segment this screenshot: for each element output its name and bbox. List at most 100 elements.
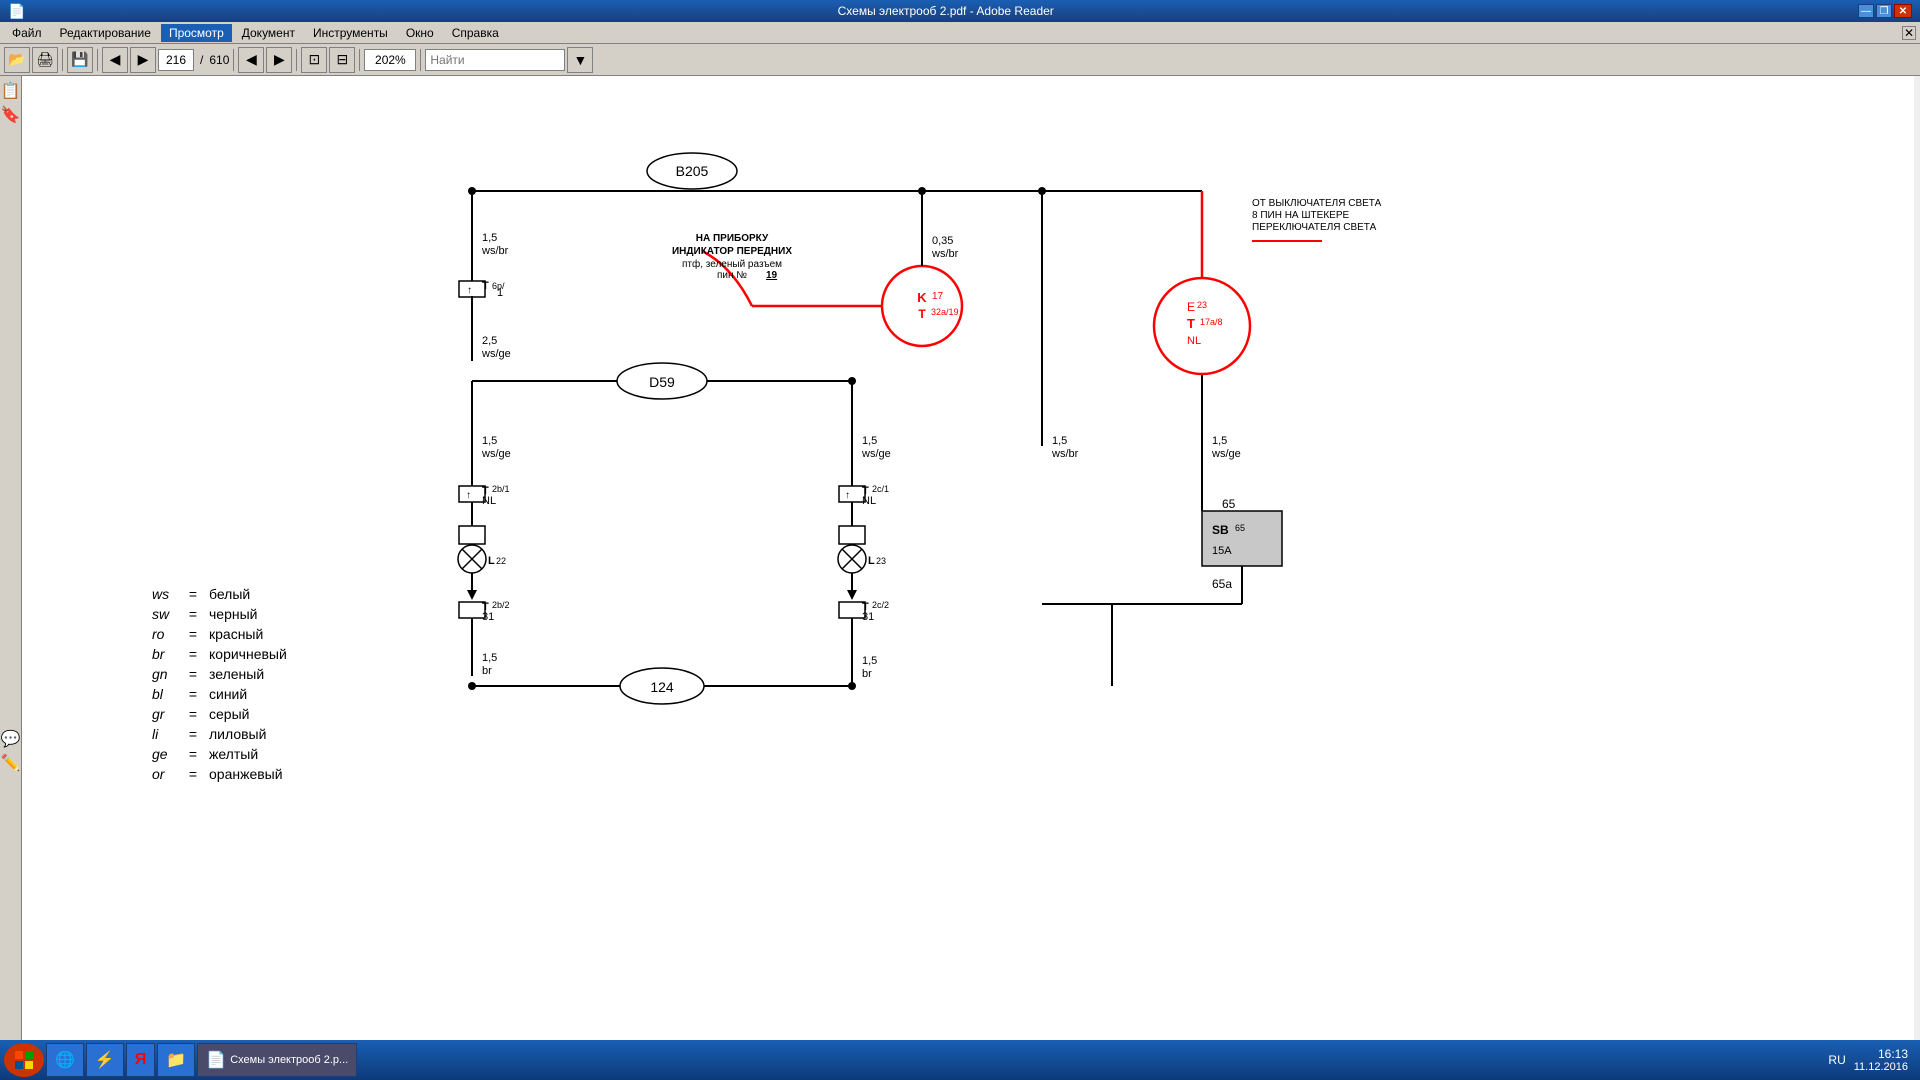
lamp-L23-box [839,526,865,544]
adobe-icon: 📄 [206,1050,226,1070]
open-button[interactable]: 📂 [4,47,30,73]
node-bottom-left [468,682,476,690]
wire-label-w5-2: ws/ge [861,448,891,460]
start-button[interactable] [4,1043,44,1077]
menu-edit[interactable]: Редактирование [52,24,159,42]
legend-code-br: br [152,646,177,662]
sidebar-btn-4[interactable]: ✏️ [2,752,20,774]
note-line1: НА ПРИБОРКУ [696,233,769,244]
titlebar-title: Схемы электрооб 2.pdf - Adobe Reader [838,4,1054,18]
forward-button[interactable]: ▶ [130,47,156,73]
page-separator: / [196,53,207,67]
menu-view[interactable]: Просмотр [161,24,232,42]
electrical-diagram: B205 1,5 ws/br ↑ T 6p/ 1 2, [52,96,1452,916]
legend-row-ge: ge = желтый [152,746,287,762]
lamp-L22-box [459,526,485,544]
wire-label-w9-1: 1,5 [862,655,877,667]
page-total: 610 [209,53,229,67]
restore-button[interactable]: ❐ [1876,4,1892,18]
menu-tools[interactable]: Инструменты [305,24,396,42]
search-button[interactable]: ▼ [567,47,593,73]
T2b2-sub: 2b/2 [492,600,510,610]
legend-eq-gr: = [183,706,203,722]
K17-Tsub: 32a/19 [931,307,959,317]
SB65-sub: 65 [1235,523,1245,533]
sidebar-btn-2[interactable]: 🔖 [2,104,20,126]
K17-label: K [917,290,927,305]
num-65a: 65a [1212,577,1232,591]
arrow-L22 [467,590,477,600]
legend-eq-sw: = [183,606,203,622]
yandex-icon: Я [135,1051,147,1069]
taskbar-explorer[interactable]: 📁 [157,1043,195,1077]
titlebar-controls: — ❐ ✕ [1858,4,1912,18]
taskbar-adobe[interactable]: 📄 Схемы электрооб 2.p... [197,1043,357,1077]
fuse-SB65-body [1202,511,1282,566]
legend-code-li: li [152,726,177,742]
legend-name-ro: красный [209,626,263,642]
page-navigation: / 610 [158,49,229,71]
toolbar-separator-6 [420,49,421,71]
save-button[interactable]: 💾 [67,47,93,73]
close-pdf-button[interactable]: ✕ [1902,26,1916,40]
page-input[interactable] [158,49,194,71]
wire-label-w5-1: 1,5 [862,435,877,447]
legend-row-gn: gn = зеленый [152,666,287,682]
ie-icon: 🌐 [55,1050,75,1070]
wire-label-w1-2: ws/br [481,245,509,257]
T17a8-sub: 17a/8 [1200,317,1223,327]
taskbar-adobe-label: Схемы электрооб 2.p... [230,1054,348,1066]
legend-row-gr: gr = серый [152,706,287,722]
wire-label-w1-1: 1,5 [482,232,497,244]
menu-document[interactable]: Документ [234,24,303,42]
K17-T: T [918,307,926,321]
toolbar: 📂 🖨 💾 ◀ ▶ / 610 ◀ ▶ ⊡ ⊟ ▼ [0,44,1920,76]
toolbar-separator-2 [97,49,98,71]
legend-eq-gn: = [183,666,203,682]
note-line4: пин № [717,270,747,281]
next-page-button[interactable]: ▶ [266,47,292,73]
legend-code-ge: ge [152,746,177,762]
minimize-button[interactable]: — [1858,4,1874,18]
wire-label-w4-2: ws/ge [481,448,511,460]
lamp-L22-sub: 22 [496,556,506,566]
menu-help[interactable]: Справка [444,24,507,42]
menu-file[interactable]: Файл [4,24,50,42]
prev-page-button[interactable]: ◀ [238,47,264,73]
legend-name-gn: зеленый [209,666,264,682]
legend-eq-ws: = [183,586,203,602]
fit-width-button[interactable]: ⊟ [329,47,355,73]
wire-label-w7-1: 1,5 [1212,435,1227,447]
close-button[interactable]: ✕ [1894,4,1912,18]
wire-label-w6-1: 1,5 [1052,435,1067,447]
back-button[interactable]: ◀ [102,47,128,73]
taskbar-ie[interactable]: 🌐 [46,1043,84,1077]
wire-label-w3-2: ws/br [931,248,959,260]
legend-name-br: коричневый [209,646,287,662]
sidebar-btn-3[interactable]: 💬 [2,728,20,750]
taskbar-yandex[interactable]: Я [126,1043,156,1077]
legend-code-ws: ws [152,586,177,602]
taskbar-torrent[interactable]: ⚡ [86,1043,124,1077]
note-line3: птф, зеленый разъем [682,258,782,270]
connector-T2b1-pin: ↑ [466,490,471,501]
wire-label-w9-2: br [862,668,872,680]
legend-code-or: or [152,766,177,782]
component-K17 [882,266,962,346]
note-right-2: 8 ПИН НА ШТЕКЕРЕ [1252,210,1349,221]
fit-page-button[interactable]: ⊡ [301,47,327,73]
sidebar-btn-1[interactable]: 📋 [2,80,20,102]
search-input[interactable] [425,49,565,71]
legend-row-ro: ro = красный [152,626,287,642]
legend-name-ge: желтый [209,746,258,762]
wire-label-w3-1: 0,35 [932,235,953,247]
print-button[interactable]: 🖨 [32,47,58,73]
legend-code-ro: ro [152,626,177,642]
legend-row-br: br = коричневый [152,646,287,662]
connector-b205-label: B205 [676,163,709,179]
menu-window[interactable]: Окно [398,24,442,42]
legend-eq-li: = [183,726,203,742]
legend-eq-ge: = [183,746,203,762]
zoom-input[interactable] [364,49,416,71]
connector-T6p-sub2: 1 [497,287,503,299]
